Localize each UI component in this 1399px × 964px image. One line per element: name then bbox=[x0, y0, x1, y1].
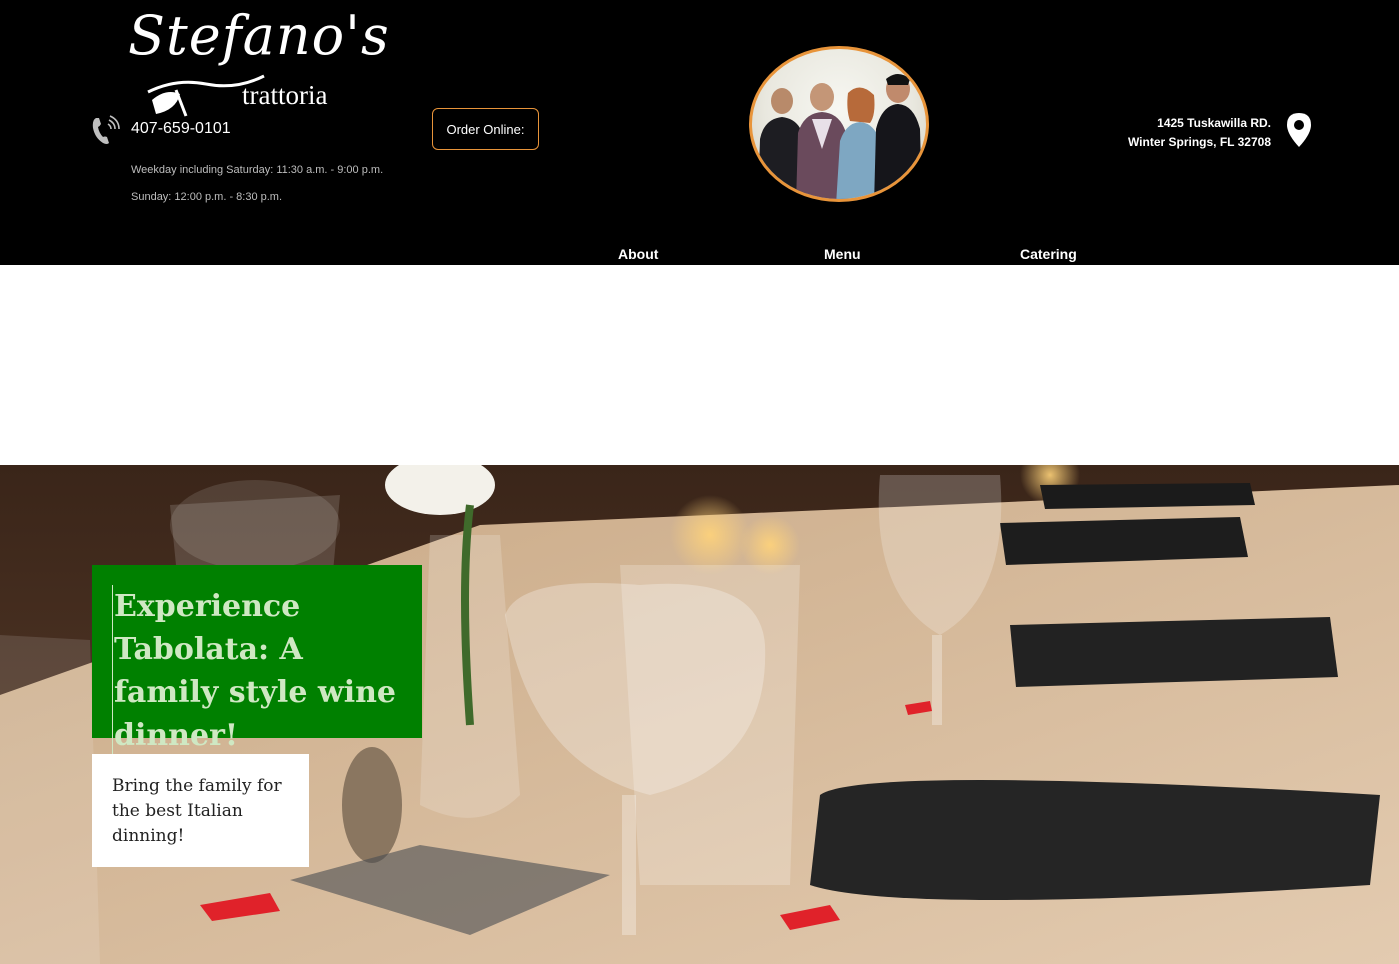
logo-sub-text: trattoria bbox=[242, 80, 328, 110]
nav-catering[interactable]: Catering bbox=[1020, 246, 1077, 262]
nav-menu[interactable]: Menu bbox=[824, 246, 861, 262]
logo-script-text: Stefano's bbox=[128, 4, 390, 67]
address[interactable]: 1425 Tuskawilla RD. Winter Springs, FL 3… bbox=[1128, 114, 1271, 152]
address-line1: 1425 Tuskawilla RD. bbox=[1157, 116, 1271, 130]
promo-subtitle-box: Bring the family for the best Italian di… bbox=[92, 754, 309, 867]
nav-about[interactable]: About bbox=[618, 246, 658, 262]
phone-icon bbox=[92, 115, 120, 144]
address-line2: Winter Springs, FL 32708 bbox=[1127, 135, 1271, 149]
promo-title: Experience Tabolata: A family style wine… bbox=[112, 585, 402, 757]
team-photo bbox=[749, 46, 929, 202]
promo-subtitle: Bring the family for the best Italian di… bbox=[112, 776, 282, 846]
phone-number[interactable]: 407-659-0101 bbox=[131, 120, 231, 138]
hours-sunday: Sunday: 12:00 p.m. - 8:30 p.m. bbox=[131, 191, 283, 203]
hours-weekday: Weekday including Saturday: 11:30 a.m. -… bbox=[131, 164, 384, 176]
map-pin-icon[interactable] bbox=[1286, 112, 1312, 148]
promo-title-box: Experience Tabolata: A family style wine… bbox=[92, 565, 422, 757]
logo[interactable]: Stefano's trattoria bbox=[128, 4, 389, 117]
site-header: Stefano's trattoria 407-659-0101 Weekday… bbox=[0, 0, 1399, 265]
order-online-button[interactable]: Order Online: bbox=[432, 108, 539, 150]
